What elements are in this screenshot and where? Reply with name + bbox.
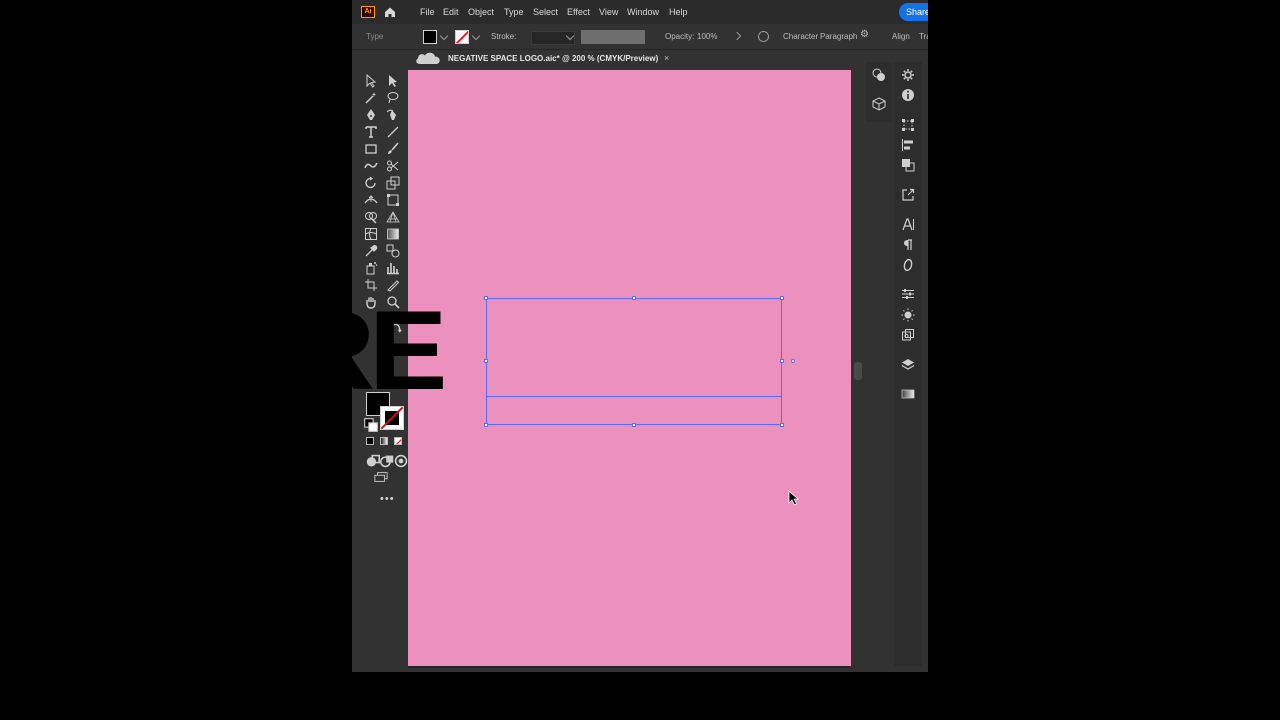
color-mode-icon[interactable]	[366, 437, 374, 445]
menu-window[interactable]: Window	[627, 6, 659, 18]
layers-panel-icon[interactable]	[901, 358, 915, 372]
appearance-panel-icon[interactable]	[872, 68, 886, 82]
control-bar: Type Stroke: Opacity: 100% Character Par…	[352, 25, 928, 50]
transform-panel-icon[interactable]	[901, 118, 915, 132]
fill-dropdown-icon[interactable]	[439, 31, 449, 41]
menu-type[interactable]: Type	[504, 6, 524, 18]
touch-type-icon[interactable]: ⚙	[860, 30, 869, 40]
menu-bar: Ai File Edit Object Type Select Effect V…	[352, 0, 928, 24]
menu-edit[interactable]: Edit	[443, 6, 459, 18]
line-segment-tool-icon[interactable]	[386, 125, 400, 139]
column-graph-tool-icon[interactable]	[386, 261, 400, 275]
mouse-pointer-icon	[788, 490, 800, 506]
perspective-grid-tool-icon[interactable]	[386, 210, 400, 224]
align-panel-icon[interactable]	[901, 138, 915, 152]
menu-file[interactable]: File	[420, 6, 435, 18]
document-title: NEGATIVE SPACE LOGO.aic* @ 200 % (CMYK/P…	[448, 54, 659, 63]
3d-materials-panel-icon[interactable]	[872, 97, 886, 111]
symbol-sprayer-tool-icon[interactable]	[364, 261, 378, 275]
artboard-text-yore[interactable]: YORE	[133, 295, 448, 407]
gradient-mode-icon[interactable]	[380, 437, 388, 445]
menu-help[interactable]: Help	[669, 6, 688, 18]
align-link[interactable]: Align	[892, 32, 910, 42]
stroke-dropdown-icon[interactable]	[471, 31, 481, 41]
close-tab-icon[interactable]: ×	[664, 53, 669, 63]
cloud-document-icon	[414, 50, 442, 66]
selection-handle-top-middle[interactable]	[632, 296, 636, 300]
selection-type-label: Type	[366, 32, 384, 41]
character-panel-icon[interactable]	[901, 217, 915, 231]
home-icon[interactable]	[383, 5, 397, 19]
export-panel-icon[interactable]	[901, 188, 915, 202]
vertical-scrollbar[interactable]	[854, 362, 862, 380]
menu-select[interactable]: Select	[533, 6, 558, 18]
character-link[interactable]: Character	[783, 32, 818, 42]
opentype-panel-icon[interactable]	[901, 258, 915, 272]
opacity-chevron-icon[interactable]	[732, 31, 742, 41]
paintbrush-tool-icon[interactable]	[386, 142, 400, 156]
rotate-tool-icon[interactable]	[364, 176, 378, 190]
opacity-label: Opacity:	[665, 32, 695, 41]
selection-handle-middle-right[interactable]	[780, 359, 784, 363]
app-logo: Ai	[361, 6, 375, 18]
draw-normal-icon[interactable]	[366, 454, 380, 467]
transform-link[interactable]: Tra	[919, 32, 928, 42]
menu-object[interactable]: Object	[468, 6, 494, 18]
gradient-tool-icon[interactable]	[386, 227, 400, 241]
brightness-panel-icon[interactable]	[901, 308, 915, 322]
menu-effect[interactable]: Effect	[567, 6, 590, 18]
eyedropper-tool-icon[interactable]	[364, 244, 378, 258]
gradient-panel-icon[interactable]	[901, 387, 915, 401]
edit-toolbar-more-icon[interactable]: •••	[380, 494, 395, 505]
shaper-tool-icon[interactable]	[364, 159, 378, 173]
share-button[interactable]: Share	[899, 3, 928, 21]
selection-handle-bottom-right[interactable]	[780, 423, 784, 427]
selection-handle-top-left[interactable]	[484, 296, 488, 300]
fill-swatch[interactable]	[423, 30, 437, 44]
free-transform-tool-icon[interactable]	[386, 193, 400, 207]
selection-handle-bottom-middle[interactable]	[632, 423, 636, 427]
selection-handle-top-right[interactable]	[780, 296, 784, 300]
asset-export-icon[interactable]	[901, 328, 915, 342]
opacity-value[interactable]: 100%	[697, 32, 717, 42]
default-fill-stroke-icon[interactable]	[364, 418, 378, 432]
width-tool-icon[interactable]	[364, 193, 378, 207]
stroke-swatch[interactable]	[455, 30, 469, 44]
draw-inside-icon[interactable]	[394, 454, 408, 468]
document-tab[interactable]: NEGATIVE SPACE LOGO.aic* @ 200 % (CMYK/P…	[442, 50, 678, 69]
text-selection-bounding-box[interactable]	[486, 298, 782, 425]
text-thread-port-icon[interactable]	[791, 359, 795, 363]
recolor-icon[interactable]	[758, 31, 769, 42]
collapsed-panel-dock-left	[866, 62, 892, 122]
pathfinder-panel-icon[interactable]	[901, 158, 915, 172]
none-mode-icon[interactable]	[394, 437, 402, 445]
pen-tool-icon[interactable]	[364, 108, 378, 122]
menu-view[interactable]: View	[599, 6, 618, 18]
scale-tool-icon[interactable]	[386, 176, 400, 190]
change-screen-mode-icon[interactable]	[374, 470, 390, 482]
properties-panel-icon[interactable]	[901, 68, 915, 82]
selection-tool-icon[interactable]	[364, 74, 378, 88]
variable-width-profile-field[interactable]	[581, 30, 645, 44]
paragraph-link[interactable]: Paragraph	[820, 32, 857, 42]
rectangle-tool-icon[interactable]	[364, 142, 378, 156]
magic-wand-tool-icon[interactable]	[364, 91, 378, 105]
scissors-tool-icon[interactable]	[386, 159, 400, 173]
direct-selection-tool-icon[interactable]	[386, 74, 400, 88]
blend-tool-icon[interactable]	[386, 244, 400, 258]
info-panel-icon[interactable]	[901, 88, 915, 102]
selection-handle-bottom-left[interactable]	[484, 423, 488, 427]
mesh-tool-icon[interactable]	[364, 227, 378, 241]
selection-handle-middle-left[interactable]	[484, 359, 488, 363]
type-tool-icon[interactable]	[364, 125, 378, 139]
text-baseline	[486, 396, 782, 397]
properties-sliders-icon[interactable]	[901, 287, 915, 301]
collapsed-panel-dock-right	[894, 62, 922, 666]
draw-behind-icon[interactable]	[380, 454, 394, 468]
stroke-label: Stroke:	[491, 32, 517, 41]
curvature-tool-icon[interactable]	[386, 108, 400, 122]
lasso-tool-icon[interactable]	[386, 91, 400, 105]
shape-builder-tool-icon[interactable]	[364, 210, 378, 224]
paragraph-panel-icon[interactable]	[901, 238, 915, 252]
